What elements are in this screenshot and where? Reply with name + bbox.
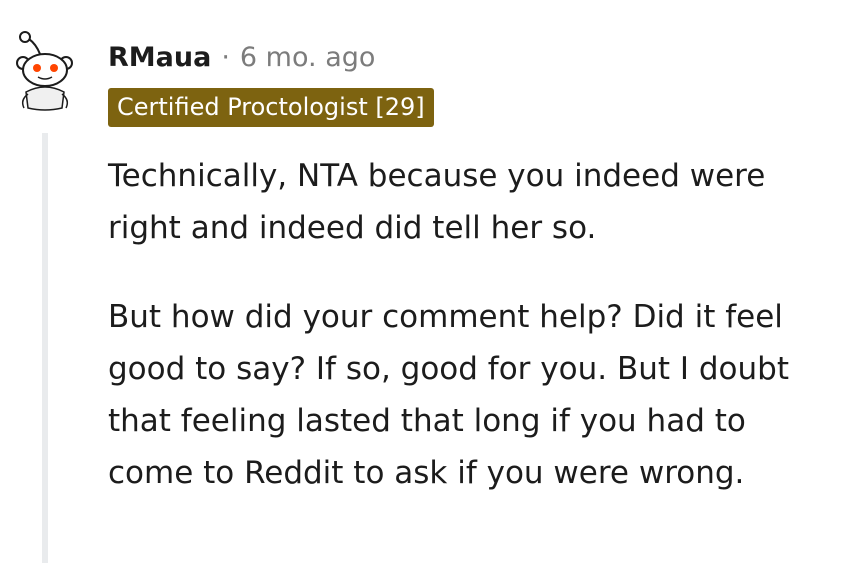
comment-meta: RMaua · 6 mo. ago	[108, 38, 375, 76]
snoo-avatar-icon[interactable]	[14, 30, 76, 112]
thread-line[interactable]	[42, 133, 48, 563]
comment-paragraph: But how did your comment help? Did it fe…	[108, 299, 789, 491]
comment-paragraph: Technically, NTA because you indeed were…	[108, 158, 766, 246]
meta-separator: ·	[221, 41, 230, 73]
comment: RMaua · 6 mo. ago Certified Proctologist…	[0, 0, 845, 563]
author-name[interactable]: RMaua	[108, 42, 211, 73]
comment-body: Technically, NTA because you indeed were…	[108, 150, 833, 499]
comment-time[interactable]: 6 mo. ago	[240, 42, 375, 73]
user-flair: Certified Proctologist [29]	[108, 88, 434, 127]
